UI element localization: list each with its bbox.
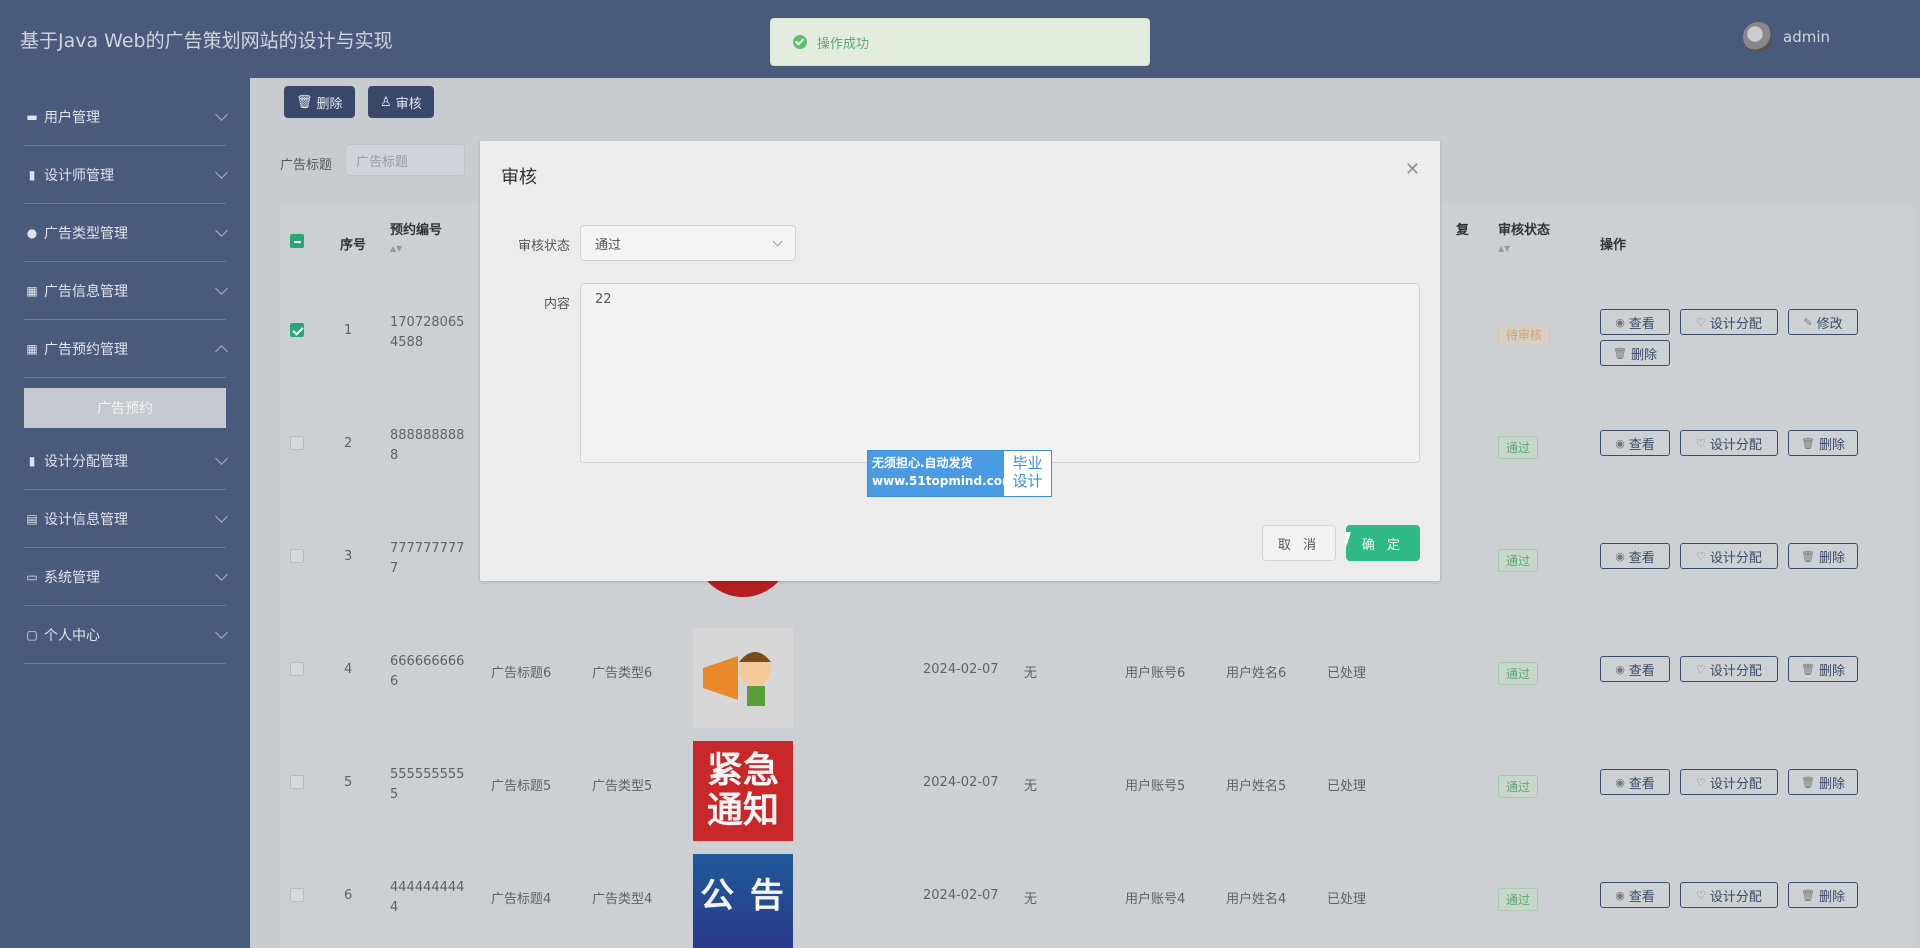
status-select[interactable]: 通过 [580, 225, 796, 261]
check-circle-icon [793, 35, 807, 49]
content-field-label: 内容 [543, 297, 570, 312]
watermark-line1: 无须担心.自动发货 [872, 456, 973, 470]
content-textarea[interactable]: 22 [580, 283, 1420, 463]
close-icon[interactable]: ✕ [1405, 159, 1420, 180]
toast-message: 操作成功 [817, 36, 870, 52]
chevron-down-icon [772, 236, 783, 247]
audit-dialog: 审核 ✕ 审核状态 通过 内容 22 取 消 确 定 [480, 141, 1440, 581]
watermark-right2: 设计 [1012, 472, 1043, 490]
dialog-title: 审核 [501, 167, 537, 188]
watermark-left: 无须担心.自动发货 www.51topmind.com [868, 451, 1015, 496]
watermark-right1: 毕业 [1012, 454, 1043, 472]
confirm-button[interactable]: 确 定 [1346, 525, 1420, 561]
watermark-right: 毕业 设计 [1004, 451, 1051, 496]
status-field-label: 审核状态 [517, 239, 570, 254]
cancel-button[interactable]: 取 消 [1262, 525, 1336, 561]
watermark: 无须担心.自动发货 www.51topmind.com 毕业 设计 [867, 450, 1052, 497]
watermark-line2: www.51topmind.com [872, 474, 1015, 488]
success-toast: 操作成功 [770, 18, 1150, 66]
status-select-value: 通过 [595, 237, 622, 253]
mouse-cursor-icon [1345, 532, 1357, 550]
